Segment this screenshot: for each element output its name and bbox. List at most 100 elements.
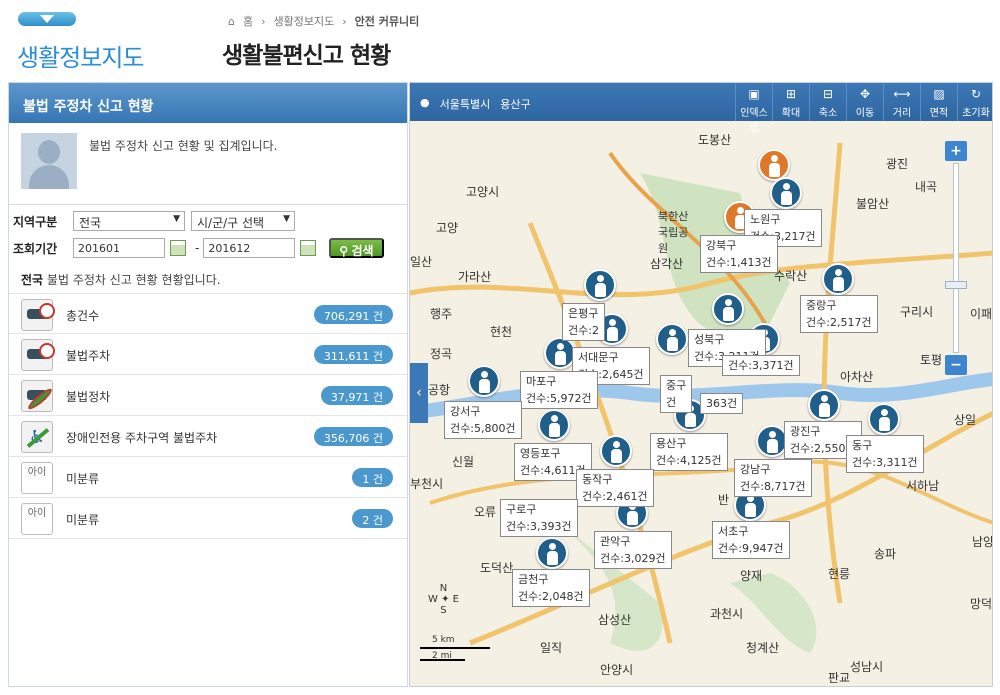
- list-item[interactable]: 아이 미분류 2 건: [9, 498, 407, 539]
- tool-label: 확대: [781, 108, 801, 119]
- zoom-control: + −: [943, 141, 969, 381]
- breadcrumb-map[interactable]: 생활정보지도: [274, 13, 335, 29]
- report-panel: 불법 주정차 신고 현황 불법 주정차 신고 현황 및 집계입니다. 지역구분 …: [8, 82, 408, 687]
- region-row: 지역구분 전국 시/군/구 선택: [13, 211, 295, 231]
- district-label[interactable]: 강남구 건수:8,717건: [734, 459, 812, 497]
- district-name: 노원구: [750, 213, 781, 226]
- place-label: 현릉: [828, 567, 851, 581]
- marker-pin-icon[interactable]: [868, 403, 900, 435]
- district-count: 건수:1,413건: [706, 256, 772, 269]
- list-item[interactable]: 불법정차 37,971 건: [9, 375, 407, 416]
- place-label: 남양주: [972, 535, 993, 549]
- marker-pin-icon[interactable]: [656, 323, 688, 355]
- marker-pin-icon[interactable]: [468, 365, 500, 397]
- tool-area[interactable]: ▨ 면적: [920, 83, 957, 121]
- site-title[interactable]: 생활정보지도: [17, 38, 144, 73]
- location-district[interactable]: 용산구: [500, 96, 530, 112]
- marker-pin-icon[interactable]: [538, 409, 570, 441]
- search-button[interactable]: ⚲ 검색: [329, 238, 384, 258]
- scale-km: 5 km: [432, 635, 455, 645]
- place-label: 수락산: [774, 269, 808, 283]
- district-name: 중구: [666, 379, 687, 392]
- tool-label: 초기화: [962, 108, 990, 119]
- breadcrumb-home[interactable]: 홈: [243, 13, 253, 29]
- tool-distance[interactable]: ⟷ 거리: [883, 83, 920, 121]
- district-count: 건수:3,371건: [728, 359, 794, 372]
- home-icon[interactable]: ⌂: [228, 15, 235, 28]
- page-title: 생활불편신고 현황: [222, 43, 391, 69]
- search-icon: ⚲: [339, 244, 349, 258]
- place-label: 판교: [828, 671, 851, 685]
- zoom-track[interactable]: [953, 163, 959, 353]
- location-city[interactable]: 서울특별시: [440, 96, 491, 112]
- marker-pin-icon[interactable]: [808, 389, 840, 421]
- count-badge: 2 건: [352, 509, 393, 528]
- summary-text: 전국 불법 주정차 신고 현황 현황입니다.: [21, 271, 221, 288]
- district-label[interactable]: 마포구 건수:5,972건: [520, 371, 598, 409]
- district-label[interactable]: 서초구 건수:9,947건: [712, 521, 790, 559]
- district-label[interactable]: 관악구 건수:3,029건: [594, 531, 672, 569]
- panel-collapse-button[interactable]: ‹: [410, 363, 428, 423]
- marker-pin-icon[interactable]: [822, 263, 854, 295]
- tool-move[interactable]: ✥ 이동: [846, 83, 883, 121]
- district-name: 관악구: [600, 535, 631, 548]
- calendar-icon[interactable]: [300, 240, 317, 256]
- period-label: 조회기간: [13, 241, 58, 256]
- district-name: 구로구: [506, 503, 537, 516]
- map-view[interactable]: ● 서울특별시 용산구 ▣ 인덱스맵 ⊞ 확대 ⊟ 축소 ✥ 이동 ⟷ 거리 ▨ 면적 ↻ 초…: [409, 82, 993, 687]
- district-label[interactable]: 용산구 건수:4,125건: [650, 433, 728, 471]
- tool-index-map[interactable]: ▣ 인덱스맵: [735, 83, 772, 134]
- district-label[interactable]: 중랑구 건수:2,517건: [800, 295, 878, 333]
- district-name: 은평구: [568, 307, 599, 320]
- place-label: 청계산: [746, 641, 780, 655]
- district-label[interactable]: 동작구 건수:2,461건: [576, 469, 654, 507]
- item-name: 장애인전용 주차구역 불법주차: [66, 431, 218, 445]
- zoom-in-button[interactable]: +: [945, 141, 967, 161]
- place-label: 일산: [410, 255, 433, 269]
- marker-pin-icon[interactable]: [536, 537, 568, 569]
- list-item[interactable]: 아이 미분류 1 건: [9, 457, 407, 498]
- tool-reset[interactable]: ↻ 초기화: [957, 83, 992, 121]
- reset-icon: ↻: [970, 87, 982, 101]
- calendar-icon[interactable]: [170, 240, 186, 256]
- date-to-input[interactable]: 201612: [203, 238, 296, 258]
- marker-pin-icon[interactable]: [584, 269, 616, 301]
- broken-image-icon: 아이: [21, 462, 53, 494]
- logo-icon[interactable]: [18, 12, 76, 26]
- marker-pin-icon[interactable]: [770, 177, 802, 209]
- place-label: 삼각산: [650, 257, 684, 271]
- district-count: 건수:3,311건: [852, 456, 918, 469]
- list-item[interactable]: 불법주차 311,611 건: [9, 334, 407, 375]
- date-from-input[interactable]: 201601: [73, 238, 165, 258]
- compass-e: E: [452, 594, 459, 605]
- district-name: 성북구: [694, 333, 725, 346]
- district-label[interactable]: 구로구 건수:3,393건: [500, 499, 578, 537]
- item-name: 미분류: [66, 513, 100, 527]
- district-name: 중랑구: [806, 299, 837, 312]
- district-label[interactable]: 중구 건: [660, 375, 693, 413]
- zoom-out-button[interactable]: −: [945, 355, 967, 375]
- list-item[interactable]: 총건수 706,291 건: [9, 293, 407, 334]
- chevron-right-icon: ›: [342, 14, 347, 28]
- district-select[interactable]: 시/군/구 선택: [191, 211, 295, 231]
- district-label[interactable]: 363건: [700, 393, 744, 414]
- district-name: 영등포구: [520, 447, 561, 460]
- district-label[interactable]: 금천구 건수:2,048건: [512, 569, 590, 607]
- marker-pin-icon[interactable]: [712, 293, 744, 325]
- district-label[interactable]: 은평구 건수:2: [562, 303, 605, 341]
- district-label[interactable]: 건수:3,371건: [722, 355, 800, 376]
- tool-zoom-in[interactable]: ⊞ 확대: [772, 83, 809, 121]
- place-label: 공항: [428, 383, 451, 397]
- place-label: 망덕: [970, 597, 993, 611]
- tool-zoom-out[interactable]: ⊟ 축소: [809, 83, 846, 121]
- district-name: 동작구: [582, 473, 613, 486]
- scale-bar: 5 km 2 mi: [420, 635, 490, 665]
- list-item[interactable]: 장애인전용 주차구역 불법주차 356,706 건: [9, 416, 407, 457]
- district-label[interactable]: 강서구 건수:5,800건: [444, 401, 522, 439]
- district-label[interactable]: 강북구 건수:1,413건: [700, 235, 778, 273]
- marker-pin-icon[interactable]: [600, 435, 632, 467]
- region-select[interactable]: 전국: [73, 211, 185, 231]
- place-label: 삼성산: [598, 613, 632, 627]
- district-label[interactable]: 동구 건수:3,311건: [846, 435, 924, 473]
- zoom-slider-handle[interactable]: [945, 281, 967, 289]
